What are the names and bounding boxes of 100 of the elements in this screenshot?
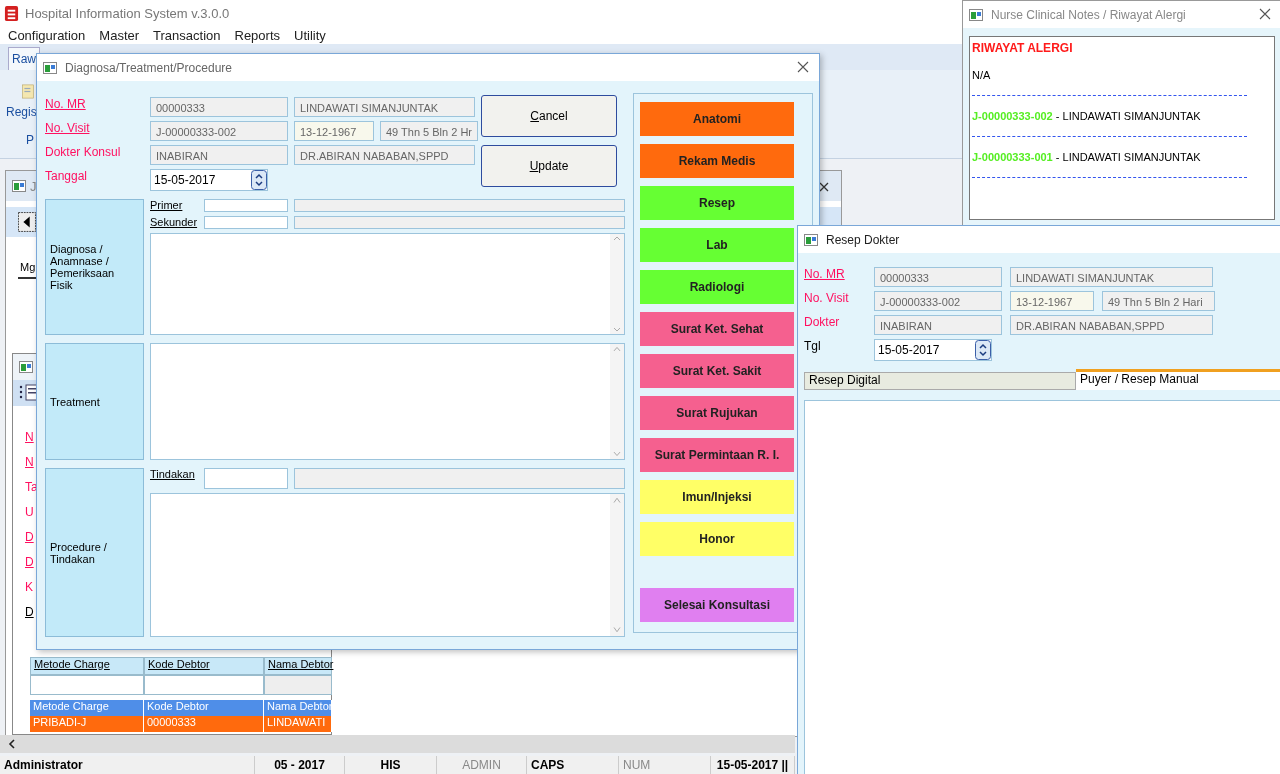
column-header[interactable]: Kode Debtor — [144, 657, 264, 675]
readonly-field: 13-12-1967 — [1010, 291, 1094, 311]
tab[interactable]: Puyer / Resep Manual — [1076, 369, 1280, 390]
spinner-icon[interactable] — [251, 170, 267, 190]
action-button[interactable]: Imun/Injeksi — [640, 480, 794, 514]
readonly-field: J-00000333-002 — [874, 291, 1002, 311]
document-icon — [22, 84, 34, 99]
action-button[interactable]: Radiologi — [640, 270, 794, 304]
close-icon[interactable] — [797, 61, 809, 73]
window-title: J — [30, 178, 37, 194]
tab[interactable]: Resep Digital — [804, 372, 1076, 390]
table-cell[interactable] — [264, 675, 332, 695]
status-field: ADMIN — [437, 756, 527, 774]
status-field: NUM — [619, 756, 711, 774]
column-header[interactable]: Nama Debtor — [264, 657, 332, 675]
readonly-field: INABIRAN — [874, 315, 1002, 335]
action-button[interactable]: Surat Ket. Sehat — [640, 312, 794, 346]
close-icon[interactable] — [1259, 8, 1271, 20]
field-label: Tanggal — [45, 169, 89, 183]
vertical-scrollbar[interactable] — [610, 234, 624, 334]
readonly-field: 49 Thn 5 Bln 2 Hari — [1102, 291, 1215, 311]
action-button[interactable]: Lab — [640, 228, 794, 262]
field-label: D — [25, 605, 34, 619]
window-icon — [804, 233, 818, 246]
field-label: Primer — [150, 199, 184, 212]
field-label: No. MR — [45, 97, 87, 111]
readonly-field: LINDAWATI SIMANJUNTAK — [1010, 267, 1213, 287]
notes-heading: RIWAYAT ALERGI — [972, 41, 1074, 55]
field-label: U — [25, 505, 34, 519]
action-button[interactable]: Selesai Konsultasi — [640, 588, 794, 622]
action-button[interactable]: Surat Ket. Sakit — [640, 354, 794, 388]
date-field[interactable]: 15-05-2017 — [150, 169, 268, 191]
window-title: Nurse Clinical Notes / Riwayat Alergi — [991, 7, 1186, 22]
field-label: Sekunder — [150, 216, 198, 229]
status-field: CAPS — [527, 756, 619, 774]
code-field[interactable] — [204, 216, 288, 229]
action-button[interactable]: Anatomi — [640, 102, 794, 136]
visit-number: J-00000333-002 — [972, 110, 1053, 122]
status-field: HIS — [345, 756, 437, 774]
menu-item[interactable]: Utility — [294, 27, 326, 43]
group-label: P — [26, 133, 34, 147]
window-icon — [43, 61, 57, 74]
readonly-field: DR.ABIRAN NABABAN,SPPD — [294, 145, 475, 165]
action-button[interactable]: Honor — [640, 522, 794, 556]
window-title: Resep Dokter — [826, 232, 900, 247]
column-header[interactable]: Metode Charge — [30, 657, 144, 675]
readonly-field: 49 Thn 5 Bln 2 Hr — [380, 121, 478, 141]
dialog-button[interactable]: Cancel — [481, 95, 617, 137]
dialog-title: Diagnosa/Treatment/Procedure — [65, 60, 232, 75]
field-label: No. Visit — [804, 291, 850, 305]
action-button[interactable]: Rekam Medis — [640, 144, 794, 178]
column-header: Kode Debtor — [144, 700, 264, 716]
dialog-button[interactable]: Update — [481, 145, 617, 187]
field-label: N — [25, 455, 34, 469]
table-cell[interactable] — [144, 675, 264, 695]
readonly-field: INABIRAN — [150, 145, 288, 165]
field-label: No. MR — [804, 267, 846, 281]
patient-name: - LINDAWATI SIMANJUNTAK — [1054, 110, 1201, 122]
field-label: Tindakan — [150, 468, 196, 482]
scroll-left-icon[interactable] — [8, 739, 16, 749]
status-field: 05 - 2017 — [255, 756, 345, 774]
menu-item[interactable]: Configuration — [8, 27, 86, 43]
horizontal-scrollbar[interactable] — [0, 735, 795, 753]
vertical-scrollbar[interactable] — [610, 494, 624, 636]
status-field: 15-05-2017 || — [711, 756, 795, 774]
menu-item[interactable]: Master — [99, 27, 140, 43]
code-field[interactable] — [204, 468, 288, 489]
action-button[interactable]: Surat Permintaan R. I. — [640, 438, 794, 472]
field-label: K — [25, 580, 33, 594]
text-area[interactable] — [150, 493, 625, 637]
readonly-field: LINDAWATI SIMANJUNTAK — [294, 97, 475, 117]
window-icon — [12, 180, 26, 192]
readonly-field: DR.ABIRAN NABABAN,SPPD — [1010, 315, 1213, 335]
text-area[interactable] — [150, 343, 625, 460]
field-label: N — [25, 430, 34, 444]
code-field[interactable] — [204, 199, 288, 212]
window-icon — [969, 8, 983, 21]
back-icon[interactable] — [18, 212, 36, 232]
ribbon-button[interactable]: Regis — [6, 105, 37, 119]
text-area[interactable] — [150, 233, 625, 335]
field-label: D — [25, 555, 34, 569]
window-title: Hospital Information System v.3.0.0 — [25, 5, 230, 21]
action-button[interactable]: Resep — [640, 186, 794, 220]
vertical-scrollbar[interactable] — [610, 344, 624, 459]
section-heading: Diagnosa / Anamnase / Pemeriksaan Fisik — [45, 199, 144, 335]
ribbon-tab[interactable]: Raw — [8, 47, 40, 70]
table-cell[interactable] — [30, 675, 144, 695]
action-button[interactable]: Surat Rujukan — [640, 396, 794, 430]
close-icon[interactable] — [819, 182, 829, 192]
date-field[interactable]: 15-05-2017 — [874, 339, 992, 361]
patient-name: - LINDAWATI SIMANJUNTAK — [1054, 151, 1201, 163]
readonly-field: J-00000333-002 — [150, 121, 288, 141]
readonly-field: 00000333 — [150, 97, 288, 117]
app-icon — [4, 4, 19, 22]
visit-number: J-00000333-001 — [972, 151, 1053, 163]
menu-item[interactable]: Reports — [234, 27, 281, 43]
readonly-field: 00000333 — [874, 267, 1002, 287]
spinner-icon[interactable] — [975, 340, 991, 360]
column-header: Metode Charge — [30, 700, 144, 716]
menu-item[interactable]: Transaction — [153, 27, 221, 43]
